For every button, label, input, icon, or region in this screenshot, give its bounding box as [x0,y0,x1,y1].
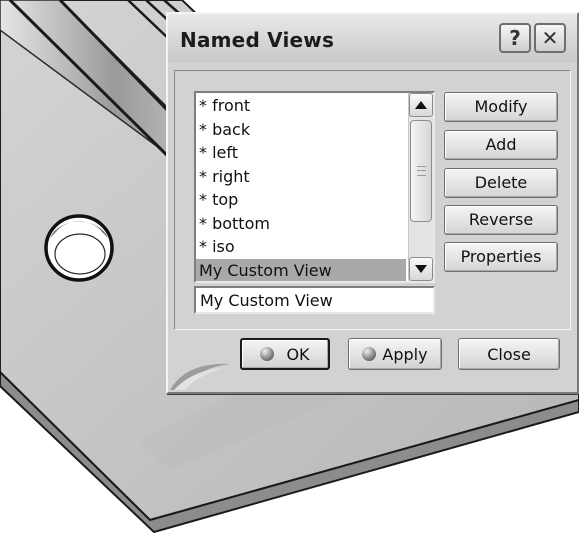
list-scrollbar[interactable] [408,93,433,281]
close-x-icon: ✕ [541,26,559,50]
scroll-down-button[interactable] [409,257,433,281]
hole-feature [44,214,114,282]
scroll-thumb[interactable] [410,120,432,222]
cad-viewport[interactable]: Named Views ? ✕ * front * back * left * … [0,0,579,539]
triangle-up-icon [415,101,427,109]
sphere-icon [260,347,275,361]
title-close-button[interactable]: ✕ [534,23,566,53]
list-item[interactable]: * right [196,165,406,189]
logo-swoosh-icon [170,363,230,390]
list-item[interactable]: * top [196,188,406,212]
ok-button[interactable]: OK [240,338,330,370]
grip-icon [417,166,426,176]
apply-label: Apply [382,344,428,364]
properties-button[interactable]: Properties [444,242,558,272]
question-mark-icon: ? [509,26,521,50]
list-item[interactable]: * iso [196,235,406,259]
views-list: * front * back * left * right * top * bo… [196,94,406,281]
named-views-dialog: Named Views ? ✕ * front * back * left * … [166,12,579,394]
modify-button[interactable]: Modify [444,92,558,122]
delete-button[interactable]: Delete [444,168,558,198]
list-item[interactable]: * front [196,94,406,118]
view-name-input[interactable] [194,286,435,314]
dialog-titlebar[interactable]: Named Views ? ✕ [168,14,577,62]
list-item-selected[interactable]: My Custom View [196,258,406,281]
close-button[interactable]: Close [458,338,560,370]
scroll-up-button[interactable] [409,93,433,117]
ok-label: OK [286,344,310,364]
triangle-down-icon [415,265,427,273]
reverse-button[interactable]: Reverse [444,205,558,235]
help-button[interactable]: ? [499,23,531,53]
list-item[interactable]: * back [196,118,406,142]
apply-button[interactable]: Apply [348,338,442,370]
add-button[interactable]: Add [444,130,558,160]
sphere-icon [362,347,377,361]
dialog-title: Named Views [180,28,335,52]
list-item[interactable]: * bottom [196,212,406,236]
list-item[interactable]: * left [196,141,406,165]
views-listbox[interactable]: * front * back * left * right * top * bo… [194,91,435,283]
